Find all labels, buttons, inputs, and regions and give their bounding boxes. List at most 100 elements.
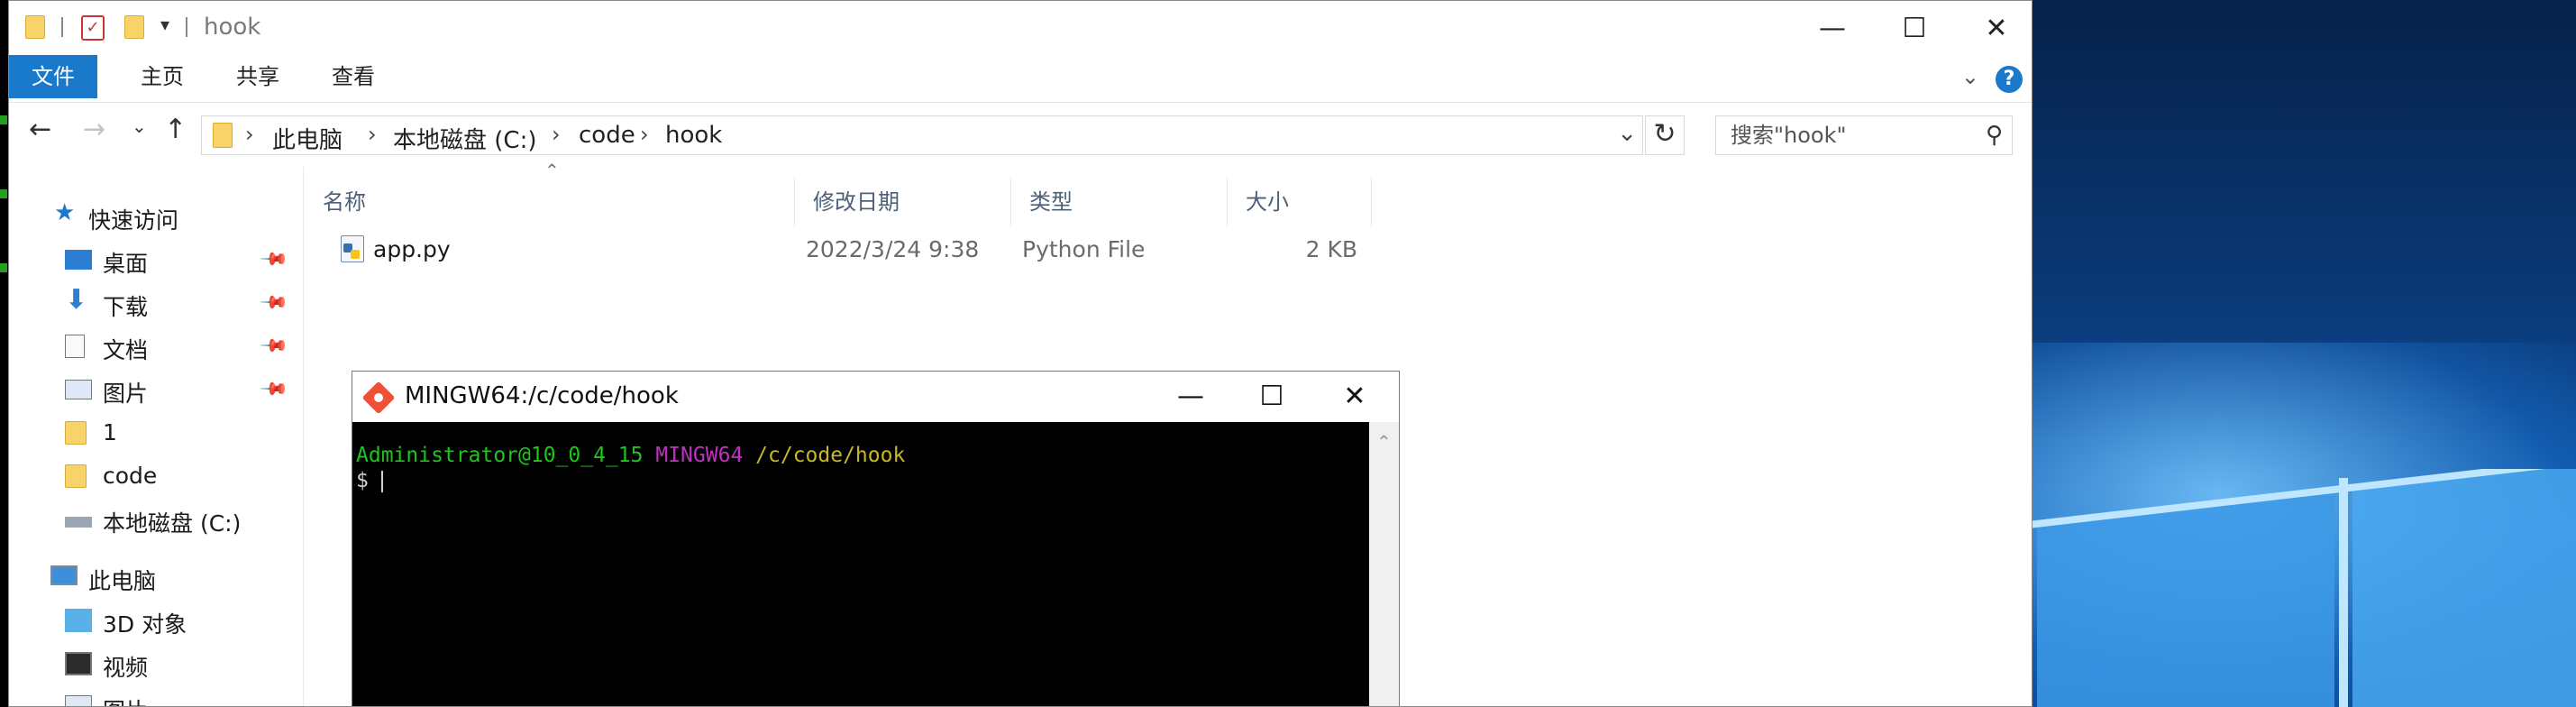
- tab-share[interactable]: 共享: [218, 55, 297, 98]
- sidebar-label: 1: [103, 419, 117, 445]
- breadcrumb-separator[interactable]: ›: [640, 122, 649, 147]
- git-bash-window: MINGW64:/c/code/hook — ☐ ✕ Administrator…: [352, 371, 1400, 706]
- properties-icon[interactable]: ✓: [81, 15, 105, 41]
- prompt-path: /c/code/hook: [755, 444, 906, 467]
- sidebar-label: 3D 对象: [103, 611, 187, 638]
- git-icon: [361, 381, 396, 415]
- sidebar-label: 图片: [103, 381, 149, 407]
- terminal-titlebar[interactable]: MINGW64:/c/code/hook — ☐ ✕: [352, 372, 1399, 422]
- address-bar[interactable]: › 此电脑 › 本地磁盘 (C:) › code › hook ⌄: [201, 115, 1643, 155]
- terminal-text-fragment: [0, 263, 7, 272]
- document-icon: [65, 335, 85, 358]
- sidebar-item-3d-objects[interactable]: 3D 对象: [9, 601, 303, 641]
- sidebar-item-pictures[interactable]: 图片 📌: [9, 371, 303, 410]
- explorer-titlebar[interactable]: ✓ ▾ hook — ☐ ✕: [9, 1, 2032, 55]
- terminal-title: MINGW64:/c/code/hook: [405, 382, 679, 409]
- breadcrumb-hook[interactable]: hook: [665, 122, 722, 149]
- window-title: hook: [204, 14, 261, 41]
- prompt-symbol: $: [356, 469, 369, 492]
- pin-icon[interactable]: 📌: [259, 287, 290, 318]
- recent-locations-chevron-icon[interactable]: ⌄: [132, 115, 147, 137]
- file-type: Python File: [1022, 236, 1146, 262]
- terminal-input-line[interactable]: $: [356, 469, 383, 492]
- terminal-output[interactable]: Administrator@10_0_4_15 MINGW64 /c/code/…: [352, 422, 1369, 706]
- file-size: 2 KB: [1305, 236, 1357, 262]
- file-name[interactable]: app.py: [373, 228, 451, 271]
- cube-icon: [65, 609, 92, 632]
- film-icon: [65, 652, 92, 675]
- sidebar-label: 下载: [103, 294, 149, 320]
- search-icon[interactable]: ⚲: [1986, 116, 2003, 154]
- desktop-icon: [65, 250, 92, 270]
- terminal-text-fragment: [0, 189, 7, 198]
- back-arrow-icon[interactable]: ←: [29, 114, 51, 145]
- ribbon-tabs: 文件 主页 共享 查看 ⌄ ?: [9, 55, 2032, 103]
- file-modified: 2022/3/24 9:38: [806, 236, 980, 262]
- scroll-up-arrow-icon[interactable]: ⌃: [1376, 431, 1392, 453]
- folder-icon: [213, 123, 233, 148]
- breadcrumb-separator[interactable]: ›: [368, 122, 377, 147]
- new-folder-icon[interactable]: [124, 15, 144, 39]
- forward-arrow-icon[interactable]: →: [83, 114, 105, 145]
- column-header-size[interactable]: 大小: [1228, 178, 1372, 226]
- sidebar-item-folder-1[interactable]: 1: [9, 414, 303, 454]
- column-header-type[interactable]: 类型: [1011, 178, 1228, 226]
- quick-access-toolbar-dropdown-icon[interactable]: ▾: [160, 14, 169, 35]
- pin-icon[interactable]: 📌: [259, 243, 290, 275]
- breadcrumb-separator[interactable]: ›: [245, 122, 254, 147]
- download-arrow-icon: ⬇: [65, 284, 88, 316]
- picture-icon: [65, 380, 92, 399]
- address-dropdown-icon[interactable]: ⌄: [1617, 120, 1637, 147]
- navigation-pane: ★ 快速访问 桌面 📌 ⬇ 下载 📌 文档 📌 图片 📌 1 code 本地磁盘…: [9, 167, 304, 706]
- divider: [186, 17, 187, 37]
- terminal-scrollbar[interactable]: ⌃: [1369, 422, 1399, 706]
- picture-icon: [65, 695, 92, 706]
- sidebar-label: 快速访问: [88, 207, 179, 234]
- breadcrumb-code[interactable]: code: [579, 122, 635, 149]
- close-button[interactable]: ✕: [1963, 8, 2030, 50]
- prompt-user: Administrator@10_0_4_15: [356, 444, 644, 467]
- breadcrumb-this-pc[interactable]: 此电脑: [272, 122, 343, 155]
- sidebar-label: 文档: [103, 337, 149, 363]
- sidebar-label: 此电脑: [88, 568, 157, 594]
- folder-icon: [25, 15, 45, 39]
- sidebar-item-videos[interactable]: 视频: [9, 645, 303, 684]
- terminal-maximize-button[interactable]: ☐: [1236, 375, 1308, 418]
- text-cursor: [380, 470, 383, 492]
- windows-logo-panes: [2028, 469, 2576, 707]
- sidebar-item-quick-access[interactable]: ★ 快速访问: [9, 197, 303, 237]
- tab-home[interactable]: 主页: [123, 55, 202, 98]
- pin-icon[interactable]: 📌: [259, 330, 290, 362]
- tab-view[interactable]: 查看: [314, 55, 393, 98]
- sidebar-label: code: [103, 463, 158, 489]
- maximize-button[interactable]: ☐: [1881, 8, 1948, 50]
- sidebar-item-local-disk[interactable]: 本地磁盘 (C:): [9, 500, 303, 540]
- sidebar-item-documents[interactable]: 文档 📌: [9, 327, 303, 367]
- pin-icon[interactable]: 📌: [259, 373, 290, 405]
- navigation-bar: ← → ⌄ ↑ › 此电脑 › 本地磁盘 (C:) › code › hook …: [9, 103, 2032, 166]
- refresh-icon[interactable]: ↻: [1645, 115, 1685, 155]
- sidebar-item-this-pc[interactable]: 此电脑: [9, 558, 303, 598]
- file-explorer-window: ✓ ▾ hook — ☐ ✕ 文件 主页 共享 查看 ⌄ ? ← → ⌄ ↑ ›…: [8, 0, 2032, 707]
- up-arrow-icon[interactable]: ↑: [164, 114, 187, 145]
- terminal-close-button[interactable]: ✕: [1319, 375, 1391, 418]
- expand-ribbon-chevron-icon[interactable]: ⌄: [1961, 64, 1979, 89]
- terminal-prompt-line: Administrator@10_0_4_15 MINGW64 /c/code/…: [356, 444, 905, 467]
- sidebar-label: 图片: [103, 693, 148, 706]
- star-icon: ★: [54, 199, 76, 226]
- tab-file[interactable]: 文件: [9, 55, 97, 98]
- computer-icon: [50, 565, 78, 585]
- terminal-minimize-button[interactable]: —: [1155, 375, 1227, 418]
- column-header-modified[interactable]: 修改日期: [795, 178, 1011, 226]
- sidebar-item-desktop[interactable]: 桌面 📌: [9, 241, 303, 280]
- sidebar-item-downloads[interactable]: ⬇ 下载 📌: [9, 284, 303, 324]
- sidebar-item-code[interactable]: code: [9, 457, 303, 497]
- breadcrumb-separator[interactable]: ›: [552, 122, 561, 147]
- help-icon[interactable]: ?: [1996, 66, 2023, 93]
- sidebar-item-pc-pictures[interactable]: 图片: [9, 688, 303, 706]
- column-header-name[interactable]: 名称: [305, 178, 795, 226]
- breadcrumb-local-disk[interactable]: 本地磁盘 (C:): [393, 122, 536, 155]
- divider: [61, 17, 63, 37]
- minimize-button[interactable]: —: [1799, 8, 1866, 50]
- search-input[interactable]: 搜索"hook" ⚲: [1715, 115, 2013, 155]
